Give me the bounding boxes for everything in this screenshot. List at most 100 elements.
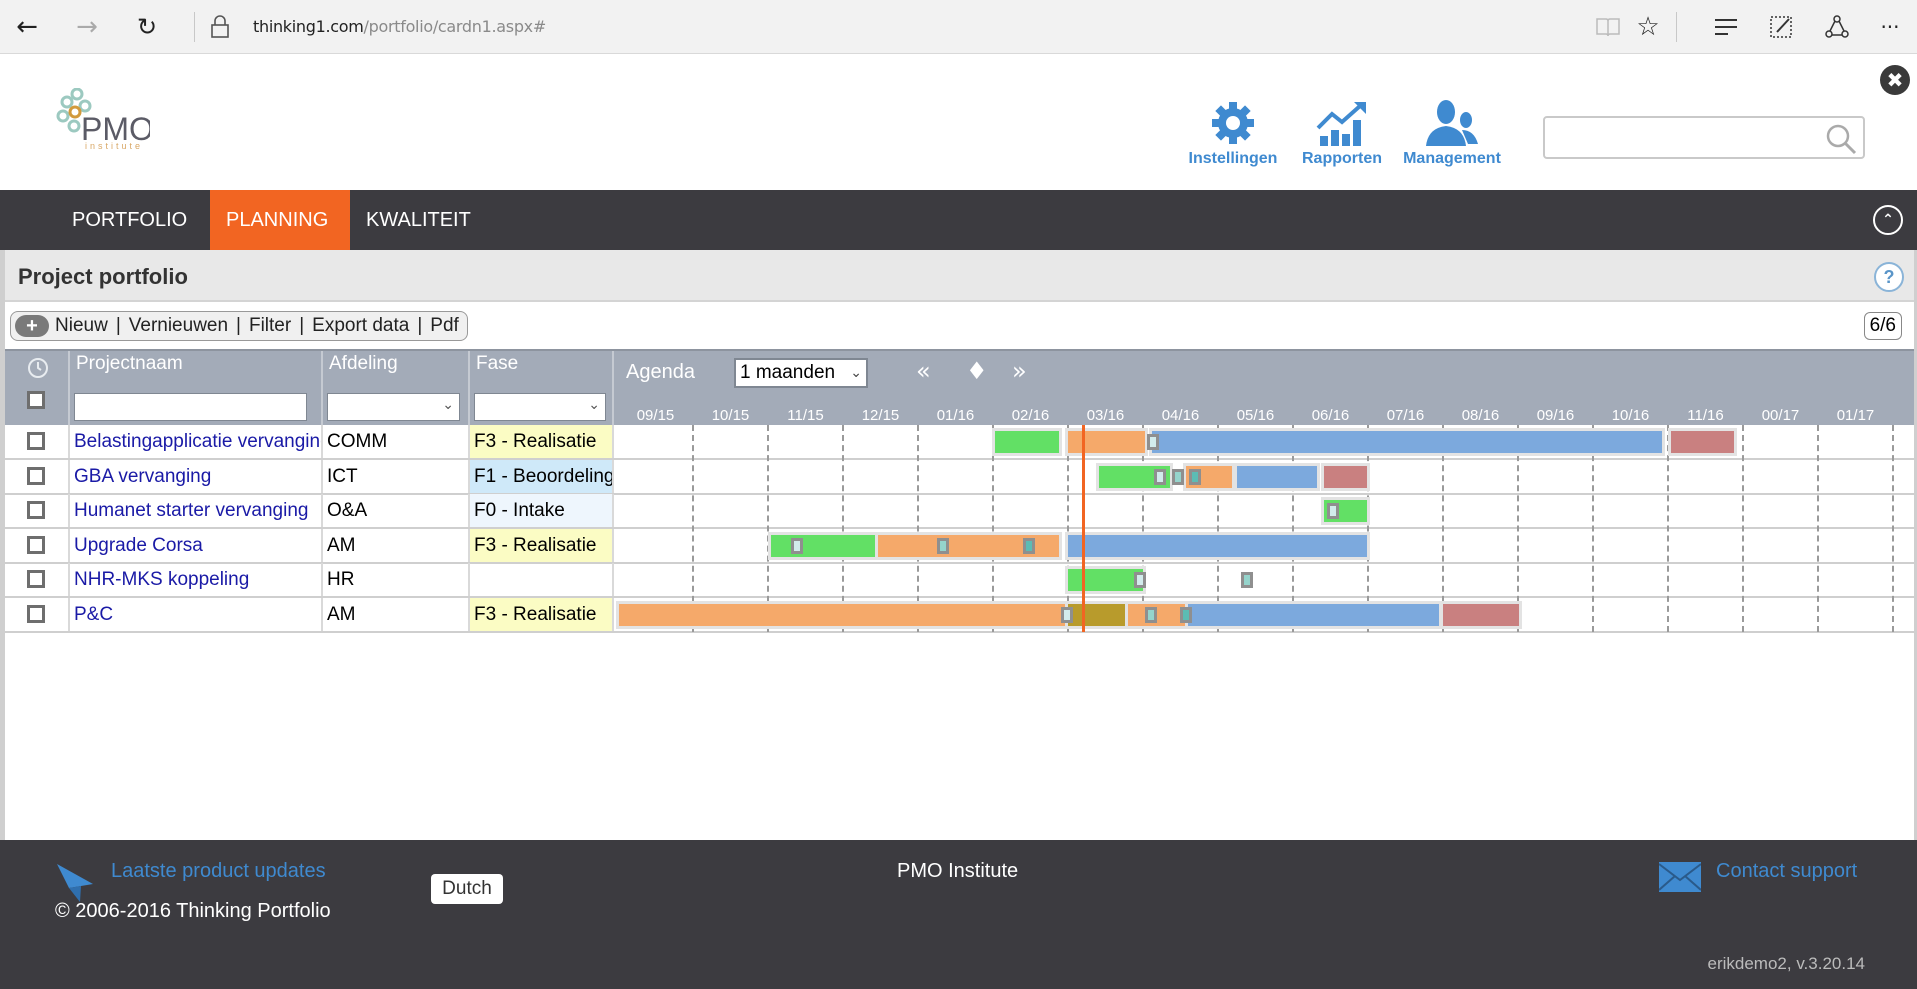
milestone-marker[interactable] [1179,606,1192,623]
nav-instellingen[interactable]: Instellingen [1178,100,1288,168]
project-name-link[interactable]: Upgrade Corsa [70,528,323,562]
phase-cell: F3 - Realisatie [470,425,614,458]
export-data-button[interactable]: Export data [312,315,409,337]
department-filter-select[interactable]: ⌄ [327,393,460,421]
refresh-button[interactable]: Vernieuwen [129,315,228,337]
month-gridline [767,425,769,632]
pmo-logo[interactable]: PMO institute [55,87,154,151]
separator [1676,12,1677,42]
name-filter-input[interactable] [74,393,307,421]
month-gridline [1817,425,1819,632]
gantt-bar-green[interactable] [1068,569,1143,591]
select-all-checkbox[interactable] [27,391,45,409]
contact-support-link[interactable]: Contact support [1716,860,1857,883]
gantt-bar-red[interactable] [1443,603,1519,626]
nav-rapporten-label: Rapporten [1302,150,1382,167]
url-path: /portfolio/cardn1.aspx# [363,17,547,36]
column-label[interactable]: Projectnaam [76,353,183,375]
forward-icon[interactable]: → [70,10,104,44]
gantt-bar-green[interactable] [771,534,876,557]
clock-icon[interactable] [27,357,49,379]
row-checkbox[interactable] [27,432,45,450]
close-icon[interactable]: ✖ [1880,65,1910,95]
plus-icon[interactable]: + [15,315,49,337]
tab-planning[interactable]: PLANNING [210,190,350,250]
milestone-marker[interactable] [936,537,949,554]
nav-rapporten[interactable]: Rapporten [1287,100,1397,168]
gantt-bar-blue[interactable] [1068,534,1368,557]
share-icon[interactable] [1820,10,1854,44]
row-checkbox[interactable] [27,466,45,485]
row-checkbox[interactable] [27,501,45,519]
milestone-marker[interactable] [1061,606,1074,623]
month-gridline [1892,425,1894,632]
month-gridline [1742,425,1744,632]
tab-portfolio[interactable]: PORTFOLIO [56,190,203,250]
row-checkbox[interactable] [27,570,45,588]
gantt-bar-olive[interactable] [1068,603,1128,626]
row-checkbox[interactable] [27,535,45,554]
row-select-cell [5,597,70,631]
month-label: 11/16 [1687,407,1724,424]
nav-management[interactable]: Management [1397,100,1507,168]
agenda-label: Agenda [626,361,695,383]
project-name-link[interactable]: Belastingapplicatie vervanging [70,425,323,458]
address-bar[interactable]: thinking1.com/portfolio/cardn1.aspx# [253,17,546,36]
milestone-marker[interactable] [1154,468,1167,485]
milestone-marker[interactable] [791,537,804,554]
tab-kwaliteit[interactable]: KWALITEIT [350,190,487,250]
previous-period-button[interactable]: « [916,357,931,385]
reading-view-icon[interactable] [1591,10,1625,44]
gantt-bar-orange[interactable] [618,603,1068,626]
milestone-marker[interactable] [1023,537,1035,554]
next-period-button[interactable]: » [1012,357,1027,385]
milestone-marker[interactable] [1146,434,1159,450]
search-icon[interactable] [1825,123,1857,160]
milestone-marker[interactable] [1326,503,1339,519]
web-note-icon[interactable] [1764,10,1798,44]
collapse-icon[interactable]: ⌃ [1873,205,1903,235]
project-name-link[interactable]: P&C [70,597,323,631]
project-name-link[interactable]: NHR-MKS koppeling [70,563,323,596]
row-checkbox[interactable] [27,604,45,623]
milestone-marker[interactable] [1144,606,1157,623]
favorite-star-icon[interactable]: ☆ [1631,10,1665,44]
help-icon[interactable]: ? [1874,262,1904,292]
milestone-marker[interactable] [1172,468,1185,485]
gantt-bar-red[interactable] [1323,465,1368,488]
milestone-marker[interactable] [1188,468,1201,485]
gantt-bar-green[interactable] [995,431,1059,453]
project-name-link[interactable]: Humanet starter vervanging [70,494,323,527]
month-label: 10/15 [711,407,750,424]
gantt-bar-orange[interactable] [1068,431,1146,453]
milestone-marker[interactable] [1241,572,1254,588]
pdf-button[interactable]: Pdf [430,315,459,337]
language-selector[interactable]: Dutch [431,874,503,904]
refresh-icon[interactable]: ↻ [130,10,164,44]
more-icon[interactable]: ··· [1873,10,1907,44]
gantt-bar-blue[interactable] [1236,465,1317,488]
project-name-link[interactable]: GBA vervanging [70,459,323,493]
month-label: 00/17 [1761,407,1800,424]
month-gridline [1517,425,1519,632]
phase-filter-select[interactable]: ⌄ [474,393,606,421]
column-label[interactable]: Afdeling [329,353,398,375]
nav-management-label: Management [1403,150,1501,167]
timescale-select[interactable]: 1 maanden ⌄ [734,358,868,388]
gantt-bar-red[interactable] [1671,431,1734,453]
gantt-bar-blue[interactable] [1152,431,1662,453]
today-button[interactable]: ♦ [966,357,988,385]
milestone-marker[interactable] [1134,572,1146,588]
month-gridline [992,425,994,632]
paper-plane-icon [57,864,93,902]
new-button[interactable]: Nieuw [55,315,108,337]
gantt-bar-blue[interactable] [1188,603,1440,626]
envelope-icon[interactable] [1659,862,1701,892]
column-label[interactable]: Fase [476,353,518,375]
phase-cell: F3 - Realisatie [470,597,614,631]
search-input[interactable] [1553,118,1823,156]
hub-icon[interactable] [1709,10,1743,44]
back-icon[interactable]: ← [10,10,44,44]
product-updates-link[interactable]: Laatste product updates [111,860,326,883]
filter-button[interactable]: Filter [249,315,291,337]
